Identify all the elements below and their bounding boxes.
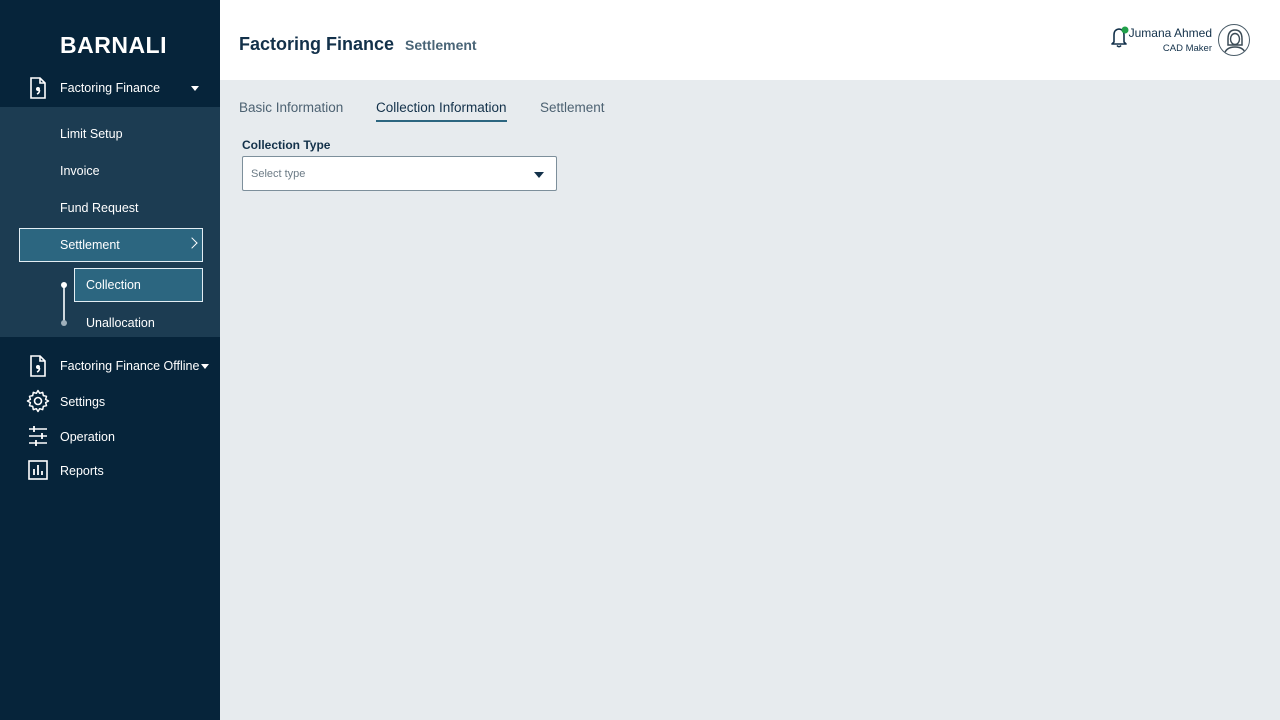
page-title: Factoring Finance xyxy=(239,34,395,54)
tab-settlement[interactable]: Settlement xyxy=(540,100,605,120)
sidebar-item-invoice[interactable]: Invoice xyxy=(60,164,100,178)
sidebar: BARNALI Factoring Finance Limit Setup In… xyxy=(0,0,220,720)
sidebar-item-operation[interactable]: Operation xyxy=(0,421,220,453)
sliders-icon xyxy=(26,424,50,448)
document-icon xyxy=(26,76,50,100)
chevron-down-icon xyxy=(201,364,209,369)
select-placeholder: Select type xyxy=(251,168,306,180)
page-subtitle: Settlement xyxy=(405,37,477,53)
collection-type-label: Collection Type xyxy=(242,138,331,152)
sidebar-item-limit-setup[interactable]: Limit Setup xyxy=(60,127,123,141)
sidebar-item-label: Factoring Finance xyxy=(60,81,161,95)
sidebar-item-unallocation[interactable]: Unallocation xyxy=(86,316,155,330)
user-role: CAD Maker xyxy=(1162,43,1212,54)
document-icon xyxy=(26,354,50,378)
sidebar-item-label: Factoring Finance Offline xyxy=(60,359,200,373)
sidebar-item-label: Settings xyxy=(60,395,106,409)
sidebar-item-collection[interactable]: Collection xyxy=(74,268,203,302)
chevron-down-icon xyxy=(534,172,544,178)
collection-type-select[interactable]: Select type xyxy=(242,156,557,191)
sidebar-item-settlement[interactable]: Settlement xyxy=(19,228,203,262)
tree-node xyxy=(61,320,67,326)
user-avatar-icon xyxy=(1223,29,1247,55)
gear-icon xyxy=(26,389,50,413)
sidebar-item-label: Operation xyxy=(60,430,115,444)
chevron-right-icon xyxy=(186,237,198,249)
sidebar-item-settings[interactable]: Settings xyxy=(0,386,220,418)
user-name: Jumana Ahmed xyxy=(1128,26,1212,40)
tab-basic-information[interactable]: Basic Information xyxy=(239,100,343,120)
bar-chart-icon xyxy=(26,458,50,482)
sidebar-item-factoring-finance-offline[interactable]: Factoring Finance Offline xyxy=(0,350,220,382)
sidebar-item-factoring-finance[interactable]: Factoring Finance xyxy=(0,70,220,106)
sidebar-item-label: Settlement xyxy=(60,238,120,252)
tree-connector xyxy=(63,285,65,323)
chevron-down-icon xyxy=(191,86,199,91)
brand-logo: BARNALI xyxy=(60,32,167,58)
avatar[interactable] xyxy=(1218,24,1250,56)
submenu-factoring-finance: Limit Setup Invoice Fund Request Settlem… xyxy=(0,107,220,337)
sidebar-item-fund-request[interactable]: Fund Request xyxy=(60,201,139,215)
sidebar-item-reports[interactable]: Reports xyxy=(0,455,220,487)
header: Factoring Finance Settlement Jumana Ahme… xyxy=(220,0,1280,80)
tree-node-active xyxy=(61,282,67,288)
sidebar-item-label: Reports xyxy=(60,464,104,478)
tab-collection-information[interactable]: Collection Information xyxy=(376,100,507,122)
sidebar-item-label: Collection xyxy=(86,278,141,292)
